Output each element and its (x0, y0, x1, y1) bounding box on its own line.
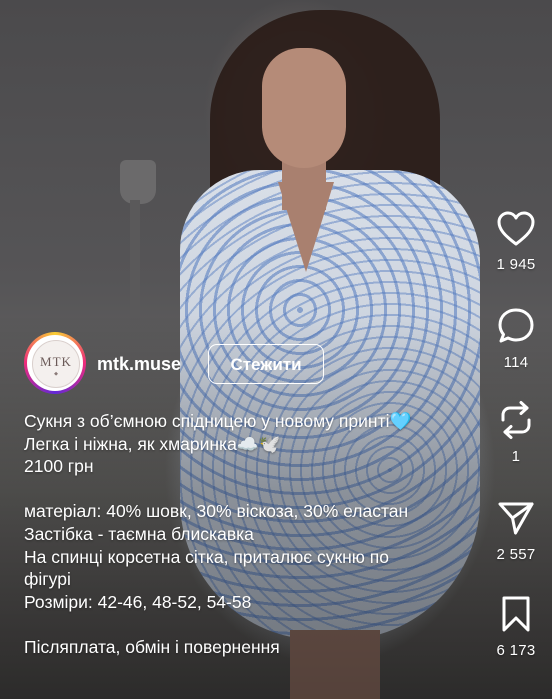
comment-bubble-icon[interactable] (496, 306, 536, 346)
like-action[interactable]: 1 945 (480, 210, 552, 273)
comment-count[interactable]: 114 (480, 354, 552, 371)
share-count[interactable]: 2 557 (480, 546, 552, 563)
caption-line: матеріал: 40% шовк, 30% віскоза, 30% ела… (24, 501, 409, 522)
heart-icon[interactable] (496, 210, 536, 248)
repost-action[interactable]: 1 (480, 400, 552, 465)
blue-heart-emoji: 🩵 (389, 411, 412, 431)
caption-line: Легка і ніжна, як хмаринка☁️🕊️ (24, 433, 281, 454)
caption-line: 2100 грн (24, 456, 94, 477)
save-count[interactable]: 6 173 (480, 642, 552, 659)
brand-logo: MTK ◆ (32, 340, 80, 388)
caption-line: Розміри: 42-46, 48-52, 54-58 (24, 591, 252, 612)
bookmark-icon[interactable] (496, 594, 536, 634)
avatar[interactable]: MTK ◆ (24, 332, 86, 394)
caption-line: На спинці корсетна сітка, приталює сукню… (24, 546, 389, 567)
repost-icon[interactable] (496, 400, 536, 440)
reel-screen[interactable]: 1 945 114 1 2 557 6 173 MTK ◆ mtk.muse С… (0, 0, 552, 699)
post-caption[interactable]: Сукня з об’ємною спідницею у новому прин… (24, 410, 479, 659)
caption-line: Застібка - таємна блискавка (24, 523, 254, 544)
caption-line: Післяплата, обмін і повернення (24, 636, 280, 657)
share-action[interactable]: 2 557 (480, 498, 552, 563)
cloud-dove-emoji: ☁️🕊️ (236, 433, 281, 454)
username[interactable]: mtk.muse (97, 354, 181, 375)
brand-logo-text: MTK (40, 354, 72, 369)
caption-line: Сукня з об’ємною спідницею у новому прин… (24, 411, 412, 431)
save-action[interactable]: 6 173 (480, 594, 552, 659)
repost-count[interactable]: 1 (480, 448, 552, 465)
caption-line: фігурі (24, 569, 71, 590)
comment-action[interactable]: 114 (480, 306, 552, 371)
like-count[interactable]: 1 945 (480, 256, 552, 273)
follow-button[interactable]: Стежити (208, 344, 324, 384)
send-icon[interactable] (496, 498, 536, 538)
